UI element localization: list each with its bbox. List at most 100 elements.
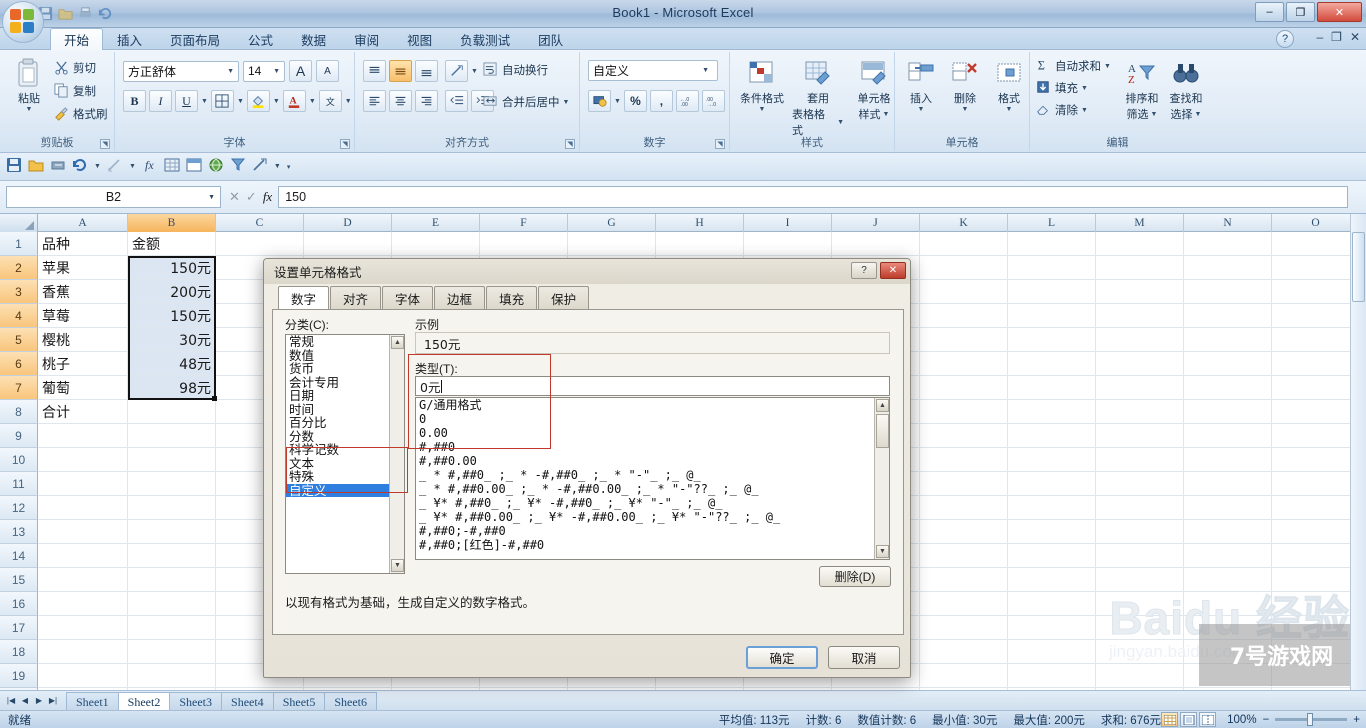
view-mode-buttons[interactable] xyxy=(1161,712,1216,727)
cell-A16[interactable] xyxy=(38,592,128,616)
cell-L11[interactable] xyxy=(1008,472,1096,496)
cell-L18[interactable] xyxy=(1008,640,1096,664)
cell-M4[interactable] xyxy=(1096,304,1184,328)
paste-chevron-down-icon[interactable]: ▼ xyxy=(26,106,33,113)
zoom-slider-knob[interactable] xyxy=(1307,713,1314,726)
delete-chevron-down-icon[interactable]: ▼ xyxy=(962,106,969,113)
cell-N10[interactable] xyxy=(1184,448,1272,472)
merge-chevron-down-icon[interactable]: ▼ xyxy=(563,99,570,106)
cell-H1[interactable] xyxy=(656,232,744,256)
cell-B17[interactable] xyxy=(128,616,216,640)
category-item-date[interactable]: 日期 xyxy=(286,389,389,403)
cell-A10[interactable] xyxy=(38,448,128,472)
row-header-15[interactable]: 15 xyxy=(0,568,38,592)
cell-O6[interactable] xyxy=(1272,352,1360,376)
dialog-tab-number[interactable]: 数字 xyxy=(278,286,330,309)
format-scroll-thumb[interactable] xyxy=(876,414,889,448)
cell-L17[interactable] xyxy=(1008,616,1096,640)
shrink-font-button[interactable]: A xyxy=(316,60,339,82)
column-header-N[interactable]: N xyxy=(1184,214,1272,232)
insert-chevron-down-icon[interactable]: ▼ xyxy=(918,106,925,113)
cell-L9[interactable] xyxy=(1008,424,1096,448)
ribbon-window-controls[interactable]: – ❐ ✕ xyxy=(1316,30,1360,44)
cell-B13[interactable] xyxy=(128,520,216,544)
fill-button[interactable]: 填充 ▼ xyxy=(1036,80,1111,96)
cell-O8[interactable] xyxy=(1272,400,1360,424)
clipboard-dialog-launcher[interactable]: ◥ xyxy=(100,139,110,149)
cell-A11[interactable] xyxy=(38,472,128,496)
number-format-chevron-down-icon[interactable]: ▼ xyxy=(702,67,709,74)
column-header-C[interactable]: C xyxy=(216,214,304,232)
cell-A1[interactable]: 品种 xyxy=(38,232,128,256)
font-name-chevron-down-icon[interactable]: ▼ xyxy=(227,68,234,75)
cell-O9[interactable] xyxy=(1272,424,1360,448)
column-header-D[interactable]: D xyxy=(304,214,392,232)
cell-A5[interactable]: 樱桃 xyxy=(38,328,128,352)
grid-toolbar-icon[interactable] xyxy=(164,157,180,176)
cell-M11[interactable] xyxy=(1096,472,1184,496)
row-header-12[interactable]: 12 xyxy=(0,496,38,520)
column-header-F[interactable]: F xyxy=(480,214,568,232)
cell-K16[interactable] xyxy=(920,592,1008,616)
delete-format-button[interactable]: 删除(D) xyxy=(819,566,891,587)
column-header-M[interactable]: M xyxy=(1096,214,1184,232)
cell-N3[interactable] xyxy=(1184,280,1272,304)
cell-styles-chevron-down-icon[interactable]: ▼ xyxy=(883,111,890,118)
format-item-8[interactable]: _ ¥* #,##0.00_ ;_ ¥* -#,##0.00_ ;_ ¥* "-… xyxy=(416,510,874,524)
cell-K7[interactable] xyxy=(920,376,1008,400)
cell-A14[interactable] xyxy=(38,544,128,568)
cell-K9[interactable] xyxy=(920,424,1008,448)
cell-N7[interactable] xyxy=(1184,376,1272,400)
borders-chevron-down-icon[interactable]: ▼ xyxy=(237,98,244,105)
cell-K13[interactable] xyxy=(920,520,1008,544)
cell-O1[interactable] xyxy=(1272,232,1360,256)
cell-O10[interactable] xyxy=(1272,448,1360,472)
column-header-J[interactable]: J xyxy=(832,214,920,232)
cell-A8[interactable]: 合计 xyxy=(38,400,128,424)
copy-button[interactable]: 复制 xyxy=(54,83,108,99)
category-item-number[interactable]: 数值 xyxy=(286,348,389,363)
align-middle-button[interactable] xyxy=(389,60,412,82)
cell-J1[interactable] xyxy=(832,232,920,256)
cell-N9[interactable] xyxy=(1184,424,1272,448)
format-item-5[interactable]: _ * #,##0_ ;_ * -#,##0_ ;_ * "-"_ ;_ @_ xyxy=(416,468,874,482)
dialog-tab-border[interactable]: 边框 xyxy=(434,286,486,309)
percent-format-button[interactable]: % xyxy=(623,90,647,112)
cell-B4[interactable]: 150元 xyxy=(128,304,216,328)
cell-K2[interactable] xyxy=(920,256,1008,280)
cell-O12[interactable] xyxy=(1272,496,1360,520)
category-scrollbar[interactable]: ▲ ▼ xyxy=(389,335,404,573)
dialog-close-icon[interactable]: ✕ xyxy=(880,262,906,279)
cell-N11[interactable] xyxy=(1184,472,1272,496)
cell-B10[interactable] xyxy=(128,448,216,472)
category-item-accounting[interactable]: 会计专用 xyxy=(286,375,389,390)
cell-B6[interactable]: 48元 xyxy=(128,352,216,376)
underline-button[interactable]: U xyxy=(175,90,198,112)
format-item-2[interactable]: 0.00 xyxy=(416,426,874,440)
number-format-combobox[interactable]: 自定义 ▼ xyxy=(588,60,718,81)
vertical-scroll-thumb[interactable] xyxy=(1352,232,1365,302)
cell-A15[interactable] xyxy=(38,568,128,592)
cell-N17[interactable] xyxy=(1184,616,1272,640)
cell-N13[interactable] xyxy=(1184,520,1272,544)
format-item-10[interactable]: #,##0;[红色]-#,##0 xyxy=(416,538,874,552)
tab-page-layout[interactable]: 页面布局 xyxy=(156,28,234,50)
category-item-time[interactable]: 时间 xyxy=(286,402,389,417)
column-header-A[interactable]: A xyxy=(38,214,128,232)
format-item-3[interactable]: #,##0 xyxy=(416,440,874,454)
cell-L15[interactable] xyxy=(1008,568,1096,592)
insert-function-icon[interactable]: fx xyxy=(263,189,272,205)
cell-M10[interactable] xyxy=(1096,448,1184,472)
tab-team[interactable]: 团队 xyxy=(524,28,577,50)
freeze-toolbar-icon[interactable] xyxy=(186,157,202,176)
sheet-tab-sheet3[interactable]: Sheet3 xyxy=(169,691,223,710)
name-box[interactable]: B2 ▼ xyxy=(6,186,221,208)
cell-M16[interactable] xyxy=(1096,592,1184,616)
row-header-16[interactable]: 16 xyxy=(0,592,38,616)
page-layout-view-icon[interactable] xyxy=(1180,712,1197,727)
column-headers[interactable]: A B C D E F G H I J K L M N O xyxy=(0,214,1366,232)
table-styles-button[interactable]: 套用 表格格式 ▼ xyxy=(792,58,844,138)
globe-toolbar-icon[interactable] xyxy=(208,157,224,176)
column-header-L[interactable]: L xyxy=(1008,214,1096,232)
tab-data[interactable]: 数据 xyxy=(287,28,340,50)
